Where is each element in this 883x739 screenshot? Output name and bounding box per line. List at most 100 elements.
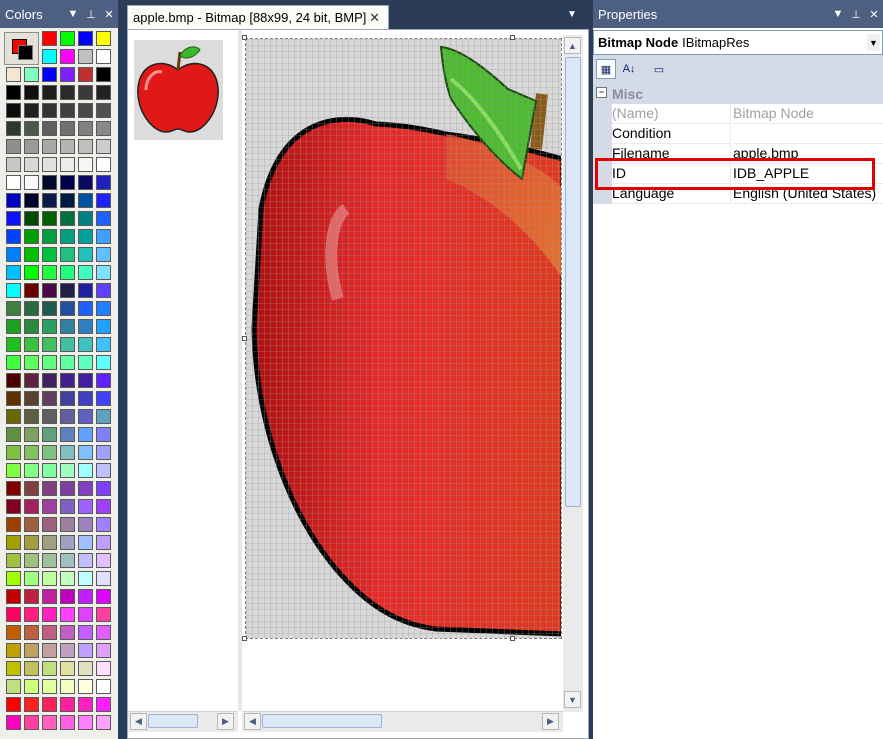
color-swatch[interactable]	[6, 319, 21, 334]
color-swatch[interactable]	[42, 535, 57, 550]
property-row-condition[interactable]: Condition	[593, 124, 883, 144]
color-swatch[interactable]	[60, 715, 75, 730]
color-swatch[interactable]	[24, 85, 39, 100]
color-swatch[interactable]	[24, 265, 39, 280]
color-swatch[interactable]	[60, 67, 75, 82]
close-icon[interactable]: ✕	[865, 8, 883, 21]
color-swatch[interactable]	[78, 139, 93, 154]
color-swatch[interactable]	[24, 625, 39, 640]
color-swatch[interactable]	[24, 121, 39, 136]
scroll-thumb[interactable]	[262, 714, 382, 728]
color-swatch[interactable]	[78, 67, 93, 82]
resize-handle-bottom-left[interactable]	[242, 636, 247, 641]
color-swatch[interactable]	[96, 85, 111, 100]
color-swatch[interactable]	[24, 175, 39, 190]
color-swatch[interactable]	[24, 643, 39, 658]
color-swatch[interactable]	[24, 139, 39, 154]
color-swatch[interactable]	[24, 283, 39, 298]
color-swatch[interactable]	[42, 211, 57, 226]
color-swatch[interactable]	[78, 481, 93, 496]
color-swatch[interactable]	[42, 445, 57, 460]
color-swatch[interactable]	[96, 139, 111, 154]
color-swatch[interactable]	[6, 337, 21, 352]
color-swatch[interactable]	[6, 391, 21, 406]
color-swatch[interactable]	[6, 193, 21, 208]
color-swatch[interactable]	[42, 373, 57, 388]
color-swatch[interactable]	[42, 607, 57, 622]
color-swatch[interactable]	[6, 175, 21, 190]
color-swatch[interactable]	[6, 67, 21, 82]
color-swatch[interactable]	[24, 409, 39, 424]
color-swatch[interactable]	[60, 553, 75, 568]
color-swatch[interactable]	[78, 283, 93, 298]
color-swatch[interactable]	[96, 229, 111, 244]
color-swatch[interactable]	[42, 481, 57, 496]
color-swatch[interactable]	[96, 715, 111, 730]
color-swatch[interactable]	[60, 391, 75, 406]
color-swatch[interactable]	[42, 193, 57, 208]
color-swatch[interactable]	[96, 319, 111, 334]
color-swatch[interactable]	[96, 67, 111, 82]
color-swatch[interactable]	[42, 661, 57, 676]
color-swatch[interactable]	[78, 31, 93, 46]
color-swatch[interactable]	[6, 607, 21, 622]
color-swatch[interactable]	[96, 661, 111, 676]
color-swatch[interactable]	[6, 157, 21, 172]
color-swatch[interactable]	[96, 283, 111, 298]
property-row-name[interactable]: (Name) Bitmap Node	[593, 104, 883, 124]
resize-handle-top-right[interactable]	[510, 35, 515, 40]
color-swatch[interactable]	[24, 535, 39, 550]
color-swatch[interactable]	[60, 355, 75, 370]
color-swatch[interactable]	[24, 373, 39, 388]
color-swatch[interactable]	[78, 697, 93, 712]
color-swatch[interactable]	[42, 409, 57, 424]
color-swatch[interactable]	[24, 589, 39, 604]
color-swatch[interactable]	[78, 661, 93, 676]
color-swatch[interactable]	[24, 337, 39, 352]
color-swatch[interactable]	[6, 409, 21, 424]
color-swatch[interactable]	[42, 715, 57, 730]
color-swatch[interactable]	[60, 571, 75, 586]
color-swatch[interactable]	[6, 625, 21, 640]
canvas-vertical-scrollbar[interactable]: ▲ ▼	[563, 35, 583, 712]
color-swatch[interactable]	[24, 427, 39, 442]
color-swatch[interactable]	[78, 589, 93, 604]
color-swatch[interactable]	[42, 571, 57, 586]
preview-horizontal-scrollbar[interactable]: ◀ ▶	[128, 711, 238, 732]
resize-handle-left[interactable]	[242, 336, 247, 341]
color-swatch[interactable]	[24, 67, 39, 82]
tab-list-dropdown-icon[interactable]: ▼	[567, 9, 577, 20]
color-swatch[interactable]	[42, 517, 57, 532]
color-swatch[interactable]	[60, 157, 75, 172]
scroll-thumb[interactable]	[148, 714, 198, 728]
color-swatch[interactable]	[24, 211, 39, 226]
color-swatch[interactable]	[24, 481, 39, 496]
resize-handle-top-left[interactable]	[242, 35, 247, 40]
color-swatch[interactable]	[78, 679, 93, 694]
color-swatch[interactable]	[78, 265, 93, 280]
property-value[interactable]	[733, 124, 883, 144]
color-swatch[interactable]	[6, 211, 21, 226]
color-swatch[interactable]	[96, 31, 111, 46]
color-swatch[interactable]	[78, 301, 93, 316]
property-pages-icon[interactable]: ▭	[649, 59, 669, 79]
color-swatch[interactable]	[24, 355, 39, 370]
color-swatch[interactable]	[42, 301, 57, 316]
color-swatch[interactable]	[60, 265, 75, 280]
color-swatch[interactable]	[96, 103, 111, 118]
color-swatch[interactable]	[96, 391, 111, 406]
color-swatch[interactable]	[6, 139, 21, 154]
color-swatch[interactable]	[60, 121, 75, 136]
color-swatch[interactable]	[60, 589, 75, 604]
color-swatch[interactable]	[24, 445, 39, 460]
color-swatch[interactable]	[60, 301, 75, 316]
color-swatch[interactable]	[96, 679, 111, 694]
color-swatch[interactable]	[24, 319, 39, 334]
category-misc[interactable]: − Misc	[593, 84, 883, 104]
color-swatch[interactable]	[96, 409, 111, 424]
color-swatch[interactable]	[6, 103, 21, 118]
color-swatch[interactable]	[42, 679, 57, 694]
color-swatch[interactable]	[78, 427, 93, 442]
color-swatch[interactable]	[42, 175, 57, 190]
color-swatch[interactable]	[6, 589, 21, 604]
